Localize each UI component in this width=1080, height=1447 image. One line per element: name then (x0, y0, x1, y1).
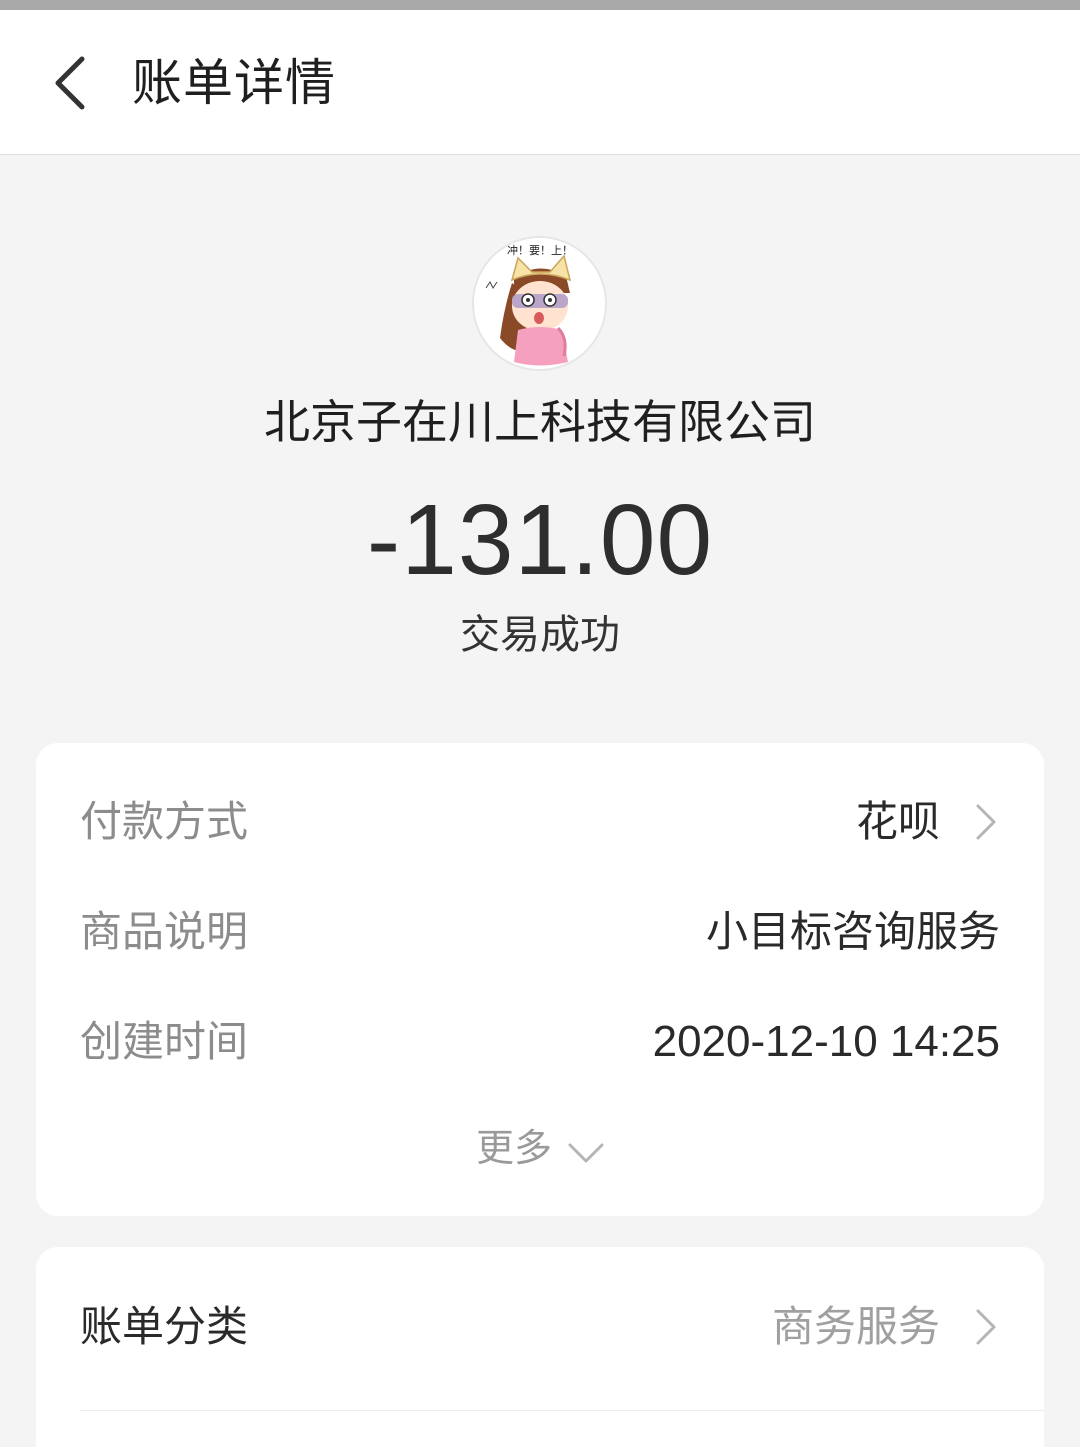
bill-category-label: 账单分类 (80, 1302, 249, 1351)
divider (80, 1410, 1044, 1411)
more-button[interactable]: 更多 (476, 1118, 606, 1178)
top-nav-bar: 账单详情 (0, 10, 1080, 155)
merchant-name: 北京子在川上科技有限公司 (264, 395, 816, 449)
product-description-label: 商品说明 (80, 907, 249, 956)
payment-method-row[interactable]: 付款方式 花呗 (80, 787, 1000, 857)
chevron-down-icon (568, 1143, 604, 1163)
transaction-status: 交易成功 (460, 612, 620, 658)
product-description-row: 商品说明 小目标咨询服务 (80, 897, 1000, 967)
created-time-row: 创建时间 2020-12-10 14:25 (80, 1007, 1000, 1077)
payment-method-value: 花呗 (855, 797, 940, 846)
page-title: 账单详情 (132, 54, 336, 112)
transaction-amount: -131.00 (366, 484, 714, 596)
merchant-avatar: 冲！要！上！ (472, 236, 607, 371)
avatar-caption: 冲！要！上！ (507, 243, 573, 257)
chevron-left-icon (55, 56, 85, 109)
status-bar (0, 0, 1080, 10)
product-description-value: 小目标咨询服务 (705, 907, 1000, 956)
cartoon-avatar-image: 冲！要！上！ (474, 238, 605, 369)
back-button[interactable] (30, 40, 110, 125)
chevron-right-icon (976, 1309, 996, 1345)
payment-method-label: 付款方式 (80, 797, 249, 846)
created-time-value: 2020-12-10 14:25 (652, 1017, 1000, 1066)
bill-category-value: 商务服务 (771, 1302, 940, 1351)
more-label: 更多 (476, 1126, 553, 1170)
details-card: 付款方式 花呗 商品说明 小目标咨询服务 创建时间 2020-12-10 14:… (36, 743, 1044, 1216)
bill-category-row[interactable]: 账单分类 商务服务 (80, 1292, 1000, 1362)
chevron-right-icon (976, 804, 996, 840)
category-card: 账单分类 商务服务 (36, 1247, 1044, 1447)
created-time-label: 创建时间 (80, 1017, 249, 1066)
